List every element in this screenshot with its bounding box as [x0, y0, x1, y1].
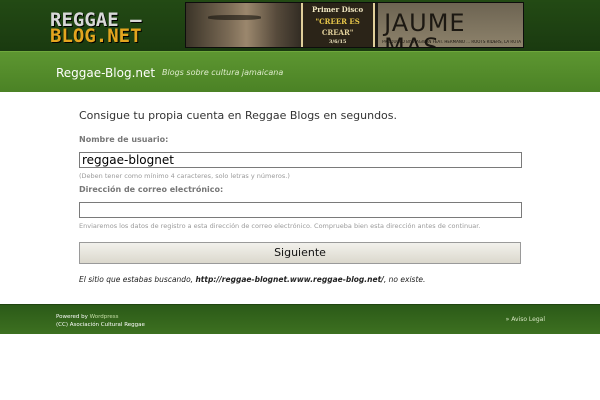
banner-credits: PRODUCED BY WAGWAN FEAT. HERMANO ... ROO… — [382, 40, 521, 44]
site-logo[interactable]: REGGAE – BLOG.NET — [50, 11, 154, 47]
copyright-text: (CC) Asociación Cultural Reggae — [56, 322, 145, 328]
email-input[interactable] — [79, 202, 522, 218]
footer: Powered by Wordpress (CC) Asociación Cul… — [0, 304, 600, 334]
site-description: Blogs sobre cultura jamaicana — [162, 68, 284, 77]
signup-content: Consigue tu propia cuenta en Reggae Blog… — [0, 92, 600, 304]
banner-promo-quote-2: CREAR" — [321, 28, 354, 37]
signup-heading: Consigue tu propia cuenta en Reggae Blog… — [79, 109, 398, 122]
not-exist-prefix: El sitio que estabas buscando, — [79, 275, 194, 284]
email-hint: Enviaremos los datos de registro a esta … — [79, 222, 481, 230]
banner-promo-quote-1: "CREER ES — [315, 17, 360, 26]
powered-by-prefix: Powered by — [56, 314, 88, 320]
wordpress-link[interactable]: Wordpress — [90, 314, 119, 320]
powered-by: Powered by Wordpress — [56, 314, 119, 320]
username-input[interactable] — [79, 152, 522, 168]
legal-notice-link[interactable]: » Aviso Legal — [506, 316, 545, 323]
site-title-link[interactable]: Reggae-Blog.net — [56, 66, 155, 80]
banner-promo: Primer Disco "CREER ES CREAR" 3/6/15 — [300, 3, 375, 47]
username-hint: (Deben tener como mínimo 4 caracteres, s… — [79, 172, 290, 180]
username-label: Nombre de usuario: — [79, 135, 169, 144]
banner-promo-date: 3/6/15 — [328, 39, 347, 45]
top-header: REGGAE – BLOG.NET Primer Disco "CREER ES… — [0, 0, 600, 51]
banner-promo-title: Primer Disco — [312, 5, 364, 14]
logo-line-2: BLOG.NET — [50, 25, 142, 47]
nav-bar: Reggae-Blog.net Blogs sobre cultura jama… — [0, 51, 600, 138]
not-exist-suffix: , no existe. — [383, 275, 426, 284]
not-exist-url: http://reggae-blognet.www.reggae-blog.ne… — [195, 275, 384, 284]
artist-photo — [186, 3, 308, 47]
header-ad-banner[interactable]: Primer Disco "CREER ES CREAR" 3/6/15 JAU… — [185, 2, 524, 48]
page-background — [0, 334, 600, 400]
banner-artist-panel: JAUME MAS PRODUCED BY WAGWAN FEAT. HERMA… — [378, 3, 523, 47]
site-not-exist-message: El sitio que estabas buscando, http://re… — [79, 275, 425, 284]
email-label: Dirección de correo electrónico: — [79, 185, 224, 194]
next-button[interactable]: Siguiente — [79, 242, 521, 264]
